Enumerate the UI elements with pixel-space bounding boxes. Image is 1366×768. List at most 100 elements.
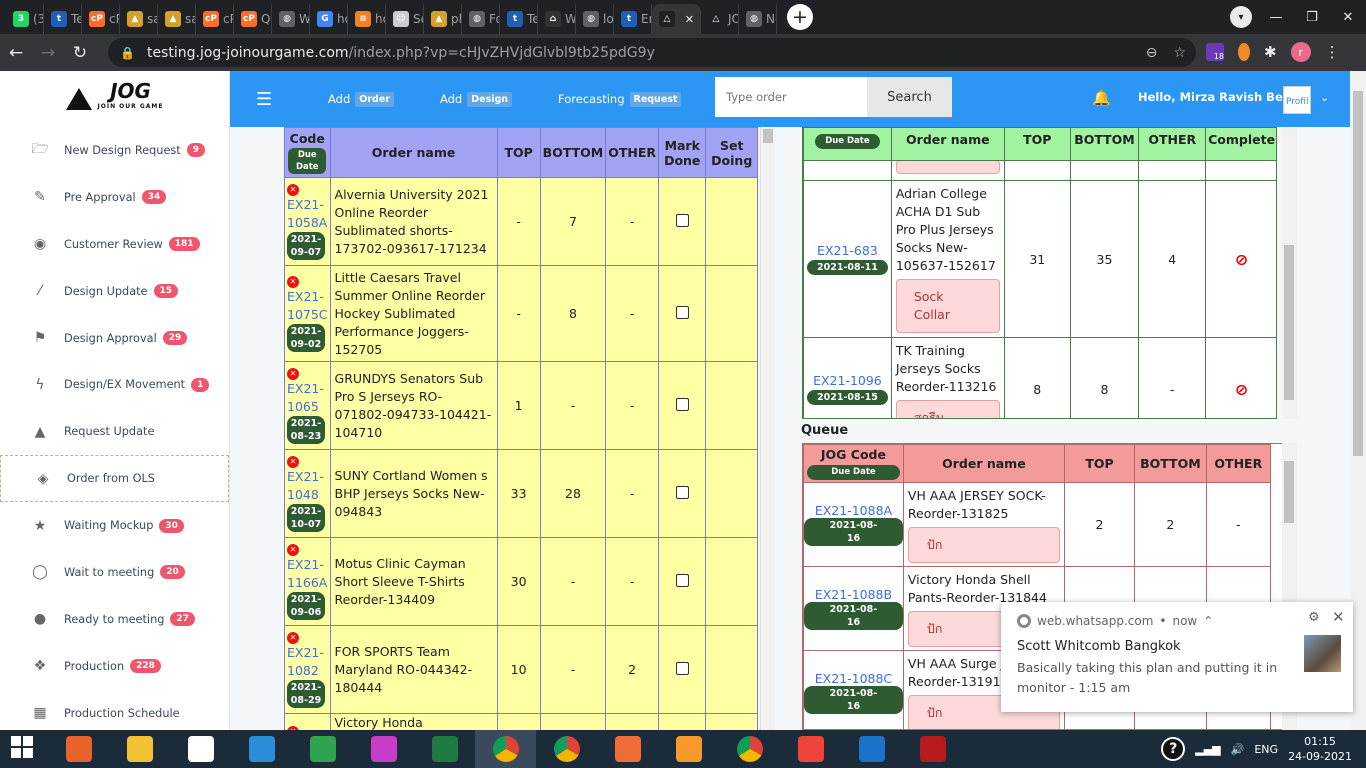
order-code-link[interactable]: EX21-1088B: [804, 587, 903, 602]
browser-tab[interactable]: 3 (3): [6, 4, 44, 34]
mark-done-checkbox[interactable]: [675, 485, 689, 499]
internet-explorer-icon[interactable]: [231, 730, 292, 768]
user-greeting[interactable]: Hello, Mirza Ravish Beg !: [1138, 90, 1300, 104]
set-doing-cell[interactable]: [705, 713, 758, 730]
hp-icon[interactable]: [170, 730, 231, 768]
file-explorer-icon[interactable]: [109, 730, 170, 768]
delete-icon[interactable]: ✕: [287, 367, 299, 380]
order-code-link[interactable]: EX21-1082: [287, 644, 328, 680]
browser-tab[interactable]: cP cPa: [82, 4, 120, 34]
help-icon[interactable]: ?: [1161, 737, 1186, 761]
extension-icon[interactable]: [1238, 43, 1250, 61]
sidebar-item-design-ex-movement[interactable]: ϟ Design/EX Movement 1: [0, 361, 229, 408]
postman-icon[interactable]: [597, 730, 658, 768]
chrome-icon[interactable]: [475, 730, 536, 768]
chevron-down-icon[interactable]: ⌄: [1320, 91, 1329, 104]
language-indicator[interactable]: ENG: [1254, 743, 1278, 756]
add-order-button[interactable]: Add Order: [328, 91, 394, 107]
jog-logo[interactable]: JOG JOIN OUR GAME: [0, 71, 229, 127]
sidebar-item-design-approval[interactable]: ⚑ Design Approval 29: [0, 315, 229, 362]
order-code-link[interactable]: EX21-1096: [804, 373, 891, 388]
url-field[interactable]: 🔒 testing.jog-joinourgame.com/index.php?…: [108, 38, 1196, 67]
sidebar-item-production[interactable]: ❖ Production 228: [0, 643, 229, 690]
delete-icon[interactable]: ✕: [287, 183, 299, 196]
sidebar-item-ready-to-meeting[interactable]: ● Ready to meeting 27: [0, 596, 229, 643]
order-code-link[interactable]: EX21-1088C: [804, 671, 903, 686]
zoom-icon[interactable]: ⊖: [1146, 45, 1158, 61]
profile-image[interactable]: Profil: [1283, 86, 1311, 114]
gear-icon[interactable]: ⚙: [1308, 610, 1320, 625]
delete-icon[interactable]: ✕: [287, 455, 299, 468]
chrome-icon[interactable]: [719, 730, 780, 768]
tab-close-icon[interactable]: ✕: [685, 13, 694, 26]
puzzle-icon[interactable]: ✱: [1264, 43, 1277, 61]
orders-scrollbar[interactable]: [760, 127, 775, 730]
browser-tab[interactable]: △ ✕: [652, 4, 701, 34]
ban-icon[interactable]: ⊘: [1235, 380, 1248, 399]
mark-done-checkbox[interactable]: [675, 573, 689, 587]
back-icon[interactable]: ←: [0, 43, 32, 63]
mark-done-checkbox[interactable]: [675, 661, 689, 675]
spreadsheet-icon[interactable]: [292, 730, 353, 768]
doing-scrollbar[interactable]: [1282, 127, 1297, 419]
chrome-icon[interactable]: [536, 730, 597, 768]
browser-menu-icon[interactable]: ⋮: [1325, 43, 1340, 61]
bell-icon[interactable]: 🔔: [1092, 89, 1111, 107]
order-code-link[interactable]: EX21-683: [804, 243, 891, 258]
clock[interactable]: 01:15 24-09-2021: [1288, 734, 1352, 764]
order-code-link[interactable]: EX21-1065: [287, 380, 328, 416]
browser-tab[interactable]: ▲ sale: [120, 4, 158, 34]
profile-avatar[interactable]: r: [1290, 42, 1311, 62]
sidebar-item-customer-review[interactable]: ◉ Customer Review 181: [0, 221, 229, 268]
anydesk-icon[interactable]: [780, 730, 841, 768]
browser-tab[interactable]: ▲ sale: [158, 4, 196, 34]
set-doing-cell[interactable]: [705, 449, 758, 538]
order-code-link[interactable]: EX21-1058A: [287, 196, 328, 232]
add-design-button[interactable]: Add Design: [440, 91, 513, 107]
set-doing-cell[interactable]: [705, 361, 758, 450]
hamburger-menu-icon[interactable]: ☰: [256, 89, 276, 110]
delete-icon[interactable]: ✕: [287, 631, 299, 644]
browser-tab[interactable]: t Enc: [614, 4, 652, 34]
browser-tab[interactable]: t Tex: [500, 4, 538, 34]
sidebar-item-pre-approval[interactable]: ✎ Pre Approval 34: [0, 174, 229, 221]
browser-tab[interactable]: ⌂ Wi: [538, 4, 576, 34]
close-icon[interactable]: ✕: [1332, 608, 1345, 626]
sidebar-item-new-design-request[interactable]: 🗁 New Design Request 9: [0, 127, 229, 174]
sidebar-item-design-update[interactable]: ⁄ Design Update 15: [0, 268, 229, 315]
firefox-icon[interactable]: [48, 730, 109, 768]
sidebar-item-wait-to-meeting[interactable]: ◯ Wait to meeting 20: [0, 549, 229, 596]
network-icon[interactable]: ▂▄▆: [1195, 743, 1220, 756]
browser-tab[interactable]: Ghov: [310, 4, 348, 34]
browser-tab[interactable]: △ JO: [701, 4, 739, 34]
restore-icon[interactable]: ❐: [1294, 10, 1330, 25]
mark-done-checkbox[interactable]: [675, 397, 689, 411]
set-doing-cell[interactable]: [705, 537, 758, 626]
browser-tab[interactable]: cP cPa: [196, 4, 234, 34]
sidebar-item-order-from-ols[interactable]: ◈ Order from OLS: [0, 455, 229, 503]
browser-tab[interactable]: cP Qu: [234, 4, 272, 34]
reload-icon[interactable]: ↻: [64, 43, 96, 63]
set-doing-cell[interactable]: [705, 265, 758, 362]
browser-tab[interactable]: t Tex: [44, 4, 82, 34]
browser-tab[interactable]: ◍ Ne: [739, 4, 777, 34]
order-code-link[interactable]: EX21-1088A: [804, 503, 903, 518]
order-search-input[interactable]: [715, 77, 867, 117]
filezilla-icon[interactable]: [902, 730, 963, 768]
delete-icon[interactable]: ✕: [287, 275, 299, 288]
close-window-icon[interactable]: ✕: [1330, 10, 1366, 25]
browser-tab[interactable]: ◍ Wi: [272, 4, 310, 34]
browser-tab[interactable]: ◍ Fo: [462, 4, 500, 34]
bookmark-star-icon[interactable]: ☆: [1173, 45, 1186, 61]
minimize-icon[interactable]: —: [1258, 10, 1294, 25]
sublime-icon[interactable]: [658, 730, 719, 768]
browser-tab[interactable]: ≡ hov: [348, 4, 386, 34]
browser-tab[interactable]: ☺ Ser: [386, 4, 424, 34]
forward-icon[interactable]: →: [32, 43, 64, 63]
whatsapp-notification[interactable]: web.whatsapp.com • now ⌃ ⚙ ✕ Scott Whitcomb…: [1001, 602, 1353, 712]
browser-tab[interactable]: ◍ log: [576, 4, 614, 34]
browser-tab[interactable]: ▲ php: [424, 4, 462, 34]
windows-start-icon[interactable]: [0, 730, 48, 768]
order-code-link[interactable]: EX21-1075C: [287, 288, 328, 324]
new-tab-button[interactable]: +: [787, 4, 813, 30]
